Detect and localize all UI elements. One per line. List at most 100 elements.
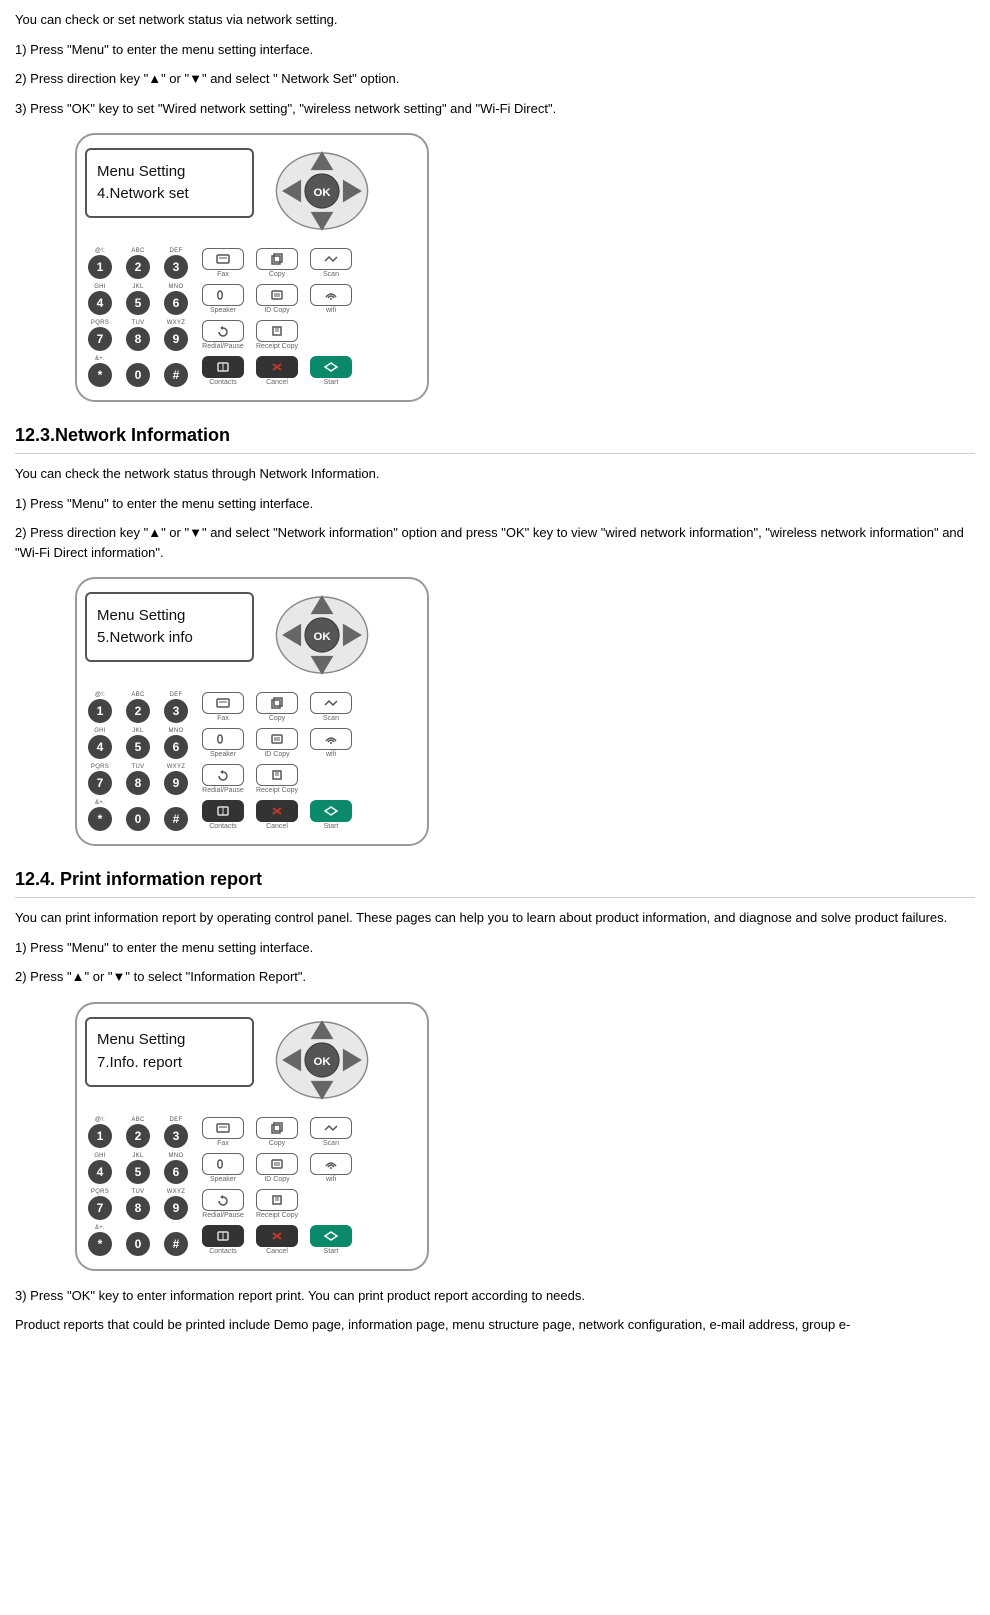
keypad-label: MNO — [169, 284, 184, 290]
copy-button — [256, 248, 298, 270]
lcd-line1: Menu Setting — [97, 161, 242, 184]
contacts-button — [202, 1225, 244, 1247]
section1-step1: 1) Press "Menu" to enter the menu settin… — [15, 40, 975, 60]
redial-button — [202, 764, 244, 786]
direction-pad: OK — [262, 1015, 382, 1105]
keypad-key-#: # — [164, 363, 188, 387]
keypad-key-4: 4 — [88, 291, 112, 315]
receipt-label: Receipt Copy — [256, 787, 298, 794]
section3-step1: 1) Press "Menu" to enter the menu settin… — [15, 938, 975, 958]
receipt-button — [256, 764, 298, 786]
speaker-button — [202, 1153, 244, 1175]
keypad-label: WXYZ — [167, 320, 186, 326]
fax-button — [202, 248, 244, 270]
keypad-label: @!: — [95, 692, 105, 698]
lcd-line2: 5.Network info — [97, 627, 242, 650]
keypad-label: GHI — [94, 728, 106, 734]
keypad-key-1: 1 — [88, 255, 112, 279]
speaker-label: Speaker — [210, 307, 236, 314]
contacts-button — [202, 800, 244, 822]
scan-label: Scan — [323, 715, 339, 722]
keypad-key-6: 6 — [164, 1160, 188, 1184]
scan-label: Scan — [323, 1140, 339, 1147]
receipt-label: Receipt Copy — [256, 1212, 298, 1219]
contacts-button — [202, 356, 244, 378]
keypad-label: DEF — [170, 692, 183, 698]
keypad-key-9: 9 — [164, 1196, 188, 1220]
heading-network-information: 12.3.Network Information — [15, 422, 975, 454]
section1-intro: You can check or set network status via … — [15, 10, 975, 30]
keypad-key-8: 8 — [126, 1196, 150, 1220]
keypad-key-6: 6 — [164, 291, 188, 315]
fax-label: Fax — [217, 1140, 229, 1147]
redial-label: Redial/Pause — [202, 343, 244, 350]
keypad-label: GHI — [94, 1153, 106, 1159]
section1-step2: 2) Press direction key "▲" or "▼" and se… — [15, 69, 975, 89]
control-panel-diagram-3: Menu Setting 7.Info. report OK @!: 1 ABC… — [75, 1002, 429, 1271]
keypad-key-3: 3 — [164, 1124, 188, 1148]
keypad-key-0: 0 — [126, 807, 150, 831]
section1-step3: 3) Press "OK" key to set "Wired network … — [15, 99, 975, 119]
idcopy-label: ID Copy — [264, 751, 289, 758]
lcd-line2: 4.Network set — [97, 183, 242, 206]
lcd-line2: 7.Info. report — [97, 1052, 242, 1075]
keypad-label: PQRS — [91, 764, 109, 770]
keypad-key-#: # — [164, 807, 188, 831]
scan-button — [310, 248, 352, 270]
scan-button — [310, 1117, 352, 1139]
keypad-label: TUV — [132, 320, 145, 326]
section3-step2: 2) Press "▲" or "▼" to select "Informati… — [15, 967, 975, 987]
keypad-label: &+. — [95, 1225, 105, 1231]
keypad-key-0: 0 — [126, 1232, 150, 1256]
start-label: Start — [324, 1248, 339, 1255]
fax-button — [202, 692, 244, 714]
lcd-screen: Menu Setting 4.Network set — [85, 148, 254, 218]
idcopy-button — [256, 1153, 298, 1175]
keypad-key-0: 0 — [126, 363, 150, 387]
function-keypad: Fax Copy Scan Speaker ID Copy wifi Redia… — [199, 692, 355, 830]
function-keypad: Fax Copy Scan Speaker ID Copy wifi Redia… — [199, 248, 355, 386]
keypad-label: ABC — [131, 248, 144, 254]
keypad-key-5: 5 — [126, 735, 150, 759]
keypad-label: TUV — [132, 764, 145, 770]
keypad-key-*: * — [88, 1232, 112, 1256]
wifi-label: wifi — [326, 751, 336, 758]
keypad-label: @!: — [95, 248, 105, 254]
keypad-key-#: # — [164, 1232, 188, 1256]
lcd-screen: Menu Setting 5.Network info — [85, 592, 254, 662]
section2-intro: You can check the network status through… — [15, 464, 975, 484]
keypad-key-2: 2 — [126, 1124, 150, 1148]
keypad-key-8: 8 — [126, 771, 150, 795]
section2-step2: 2) Press direction key "▲" or "▼" and se… — [15, 523, 975, 562]
keypad-label: JKL — [132, 728, 143, 734]
keypad-key-*: * — [88, 807, 112, 831]
keypad-key-2: 2 — [126, 699, 150, 723]
keypad-key-5: 5 — [126, 291, 150, 315]
cancel-button — [256, 1225, 298, 1247]
section3-intro: You can print information report by oper… — [15, 908, 975, 928]
keypad-label: ABC — [131, 1117, 144, 1123]
wifi-button — [310, 284, 352, 306]
start-label: Start — [324, 379, 339, 386]
start-button — [310, 1225, 352, 1247]
fax-button — [202, 1117, 244, 1139]
keypad-key-9: 9 — [164, 327, 188, 351]
receipt-label: Receipt Copy — [256, 343, 298, 350]
lcd-line1: Menu Setting — [97, 605, 242, 628]
direction-pad: OK — [262, 146, 382, 236]
contacts-label: Contacts — [209, 1248, 237, 1255]
svg-text:OK: OK — [313, 631, 331, 643]
speaker-label: Speaker — [210, 751, 236, 758]
start-button — [310, 356, 352, 378]
keypad-label: MNO — [169, 1153, 184, 1159]
cancel-label: Cancel — [266, 823, 288, 830]
cancel-label: Cancel — [266, 1248, 288, 1255]
copy-label: Copy — [269, 715, 285, 722]
control-panel-diagram-1: Menu Setting 4.Network set OK @!: 1 ABC … — [75, 133, 429, 402]
fax-label: Fax — [217, 715, 229, 722]
direction-pad: OK — [262, 590, 382, 680]
speaker-button — [202, 728, 244, 750]
section3-footer: Product reports that could be printed in… — [15, 1315, 975, 1335]
copy-label: Copy — [269, 1140, 285, 1147]
cancel-button — [256, 800, 298, 822]
